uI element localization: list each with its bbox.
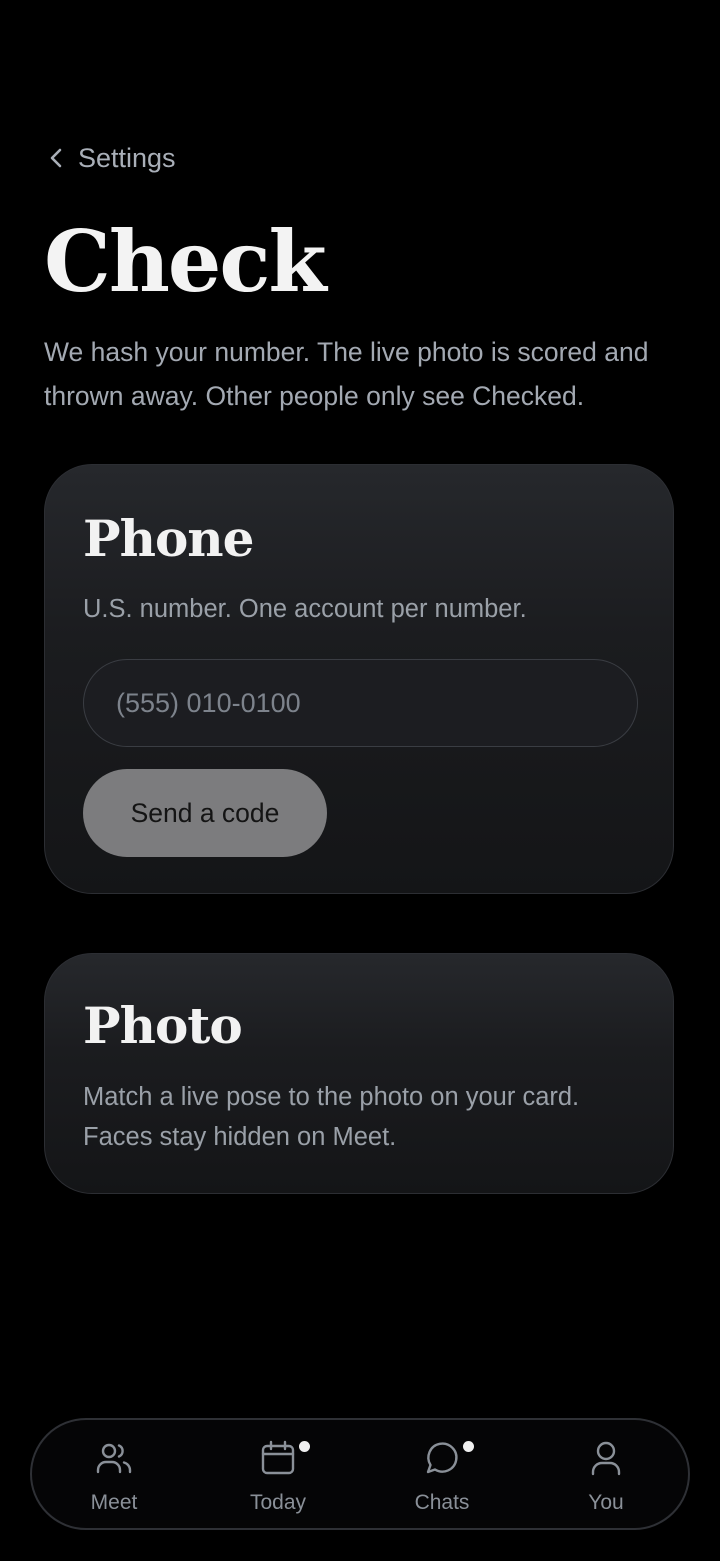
photo-card-description: Match a live pose to the photo on your c…: [83, 1083, 580, 1151]
tab-you-label: You: [588, 1491, 624, 1514]
tab-today[interactable]: Today: [196, 1420, 360, 1528]
photo-card[interactable]: Photo Match a live pose to the photo on …: [44, 953, 674, 1194]
today-notification-dot: [299, 1441, 310, 1452]
tab-chats[interactable]: Chats: [360, 1420, 524, 1528]
photo-card-title: Photo: [83, 996, 243, 1055]
phone-card: Phone U.S. number. One account per numbe…: [44, 464, 674, 894]
people-icon: [94, 1438, 134, 1478]
page-title: Check: [44, 212, 327, 311]
tab-today-label: Today: [249, 1491, 307, 1514]
calendar-icon: [258, 1438, 310, 1478]
back-label: Settings: [78, 142, 176, 173]
page-intro: We hash your number. The live photo is s…: [44, 337, 649, 411]
phone-number-input[interactable]: [83, 659, 638, 747]
person-icon: [586, 1438, 626, 1478]
tab-you[interactable]: You: [524, 1420, 688, 1528]
tab-chats-label: Chats: [414, 1491, 470, 1514]
phone-card-description: U.S. number. One account per number.: [83, 595, 527, 623]
tab-meet[interactable]: Meet: [32, 1420, 196, 1528]
chats-notification-dot: [463, 1441, 474, 1452]
send-code-button[interactable]: Send a code: [83, 769, 327, 857]
tab-meet-label: Meet: [90, 1491, 138, 1514]
bottom-tab-bar: Meet Today Chats You: [30, 1418, 690, 1530]
back-to-settings-link[interactable]: Settings: [48, 138, 176, 178]
chevron-left-icon: [48, 147, 64, 169]
chat-bubble-icon: [422, 1438, 474, 1478]
phone-card-title: Phone: [83, 509, 254, 568]
